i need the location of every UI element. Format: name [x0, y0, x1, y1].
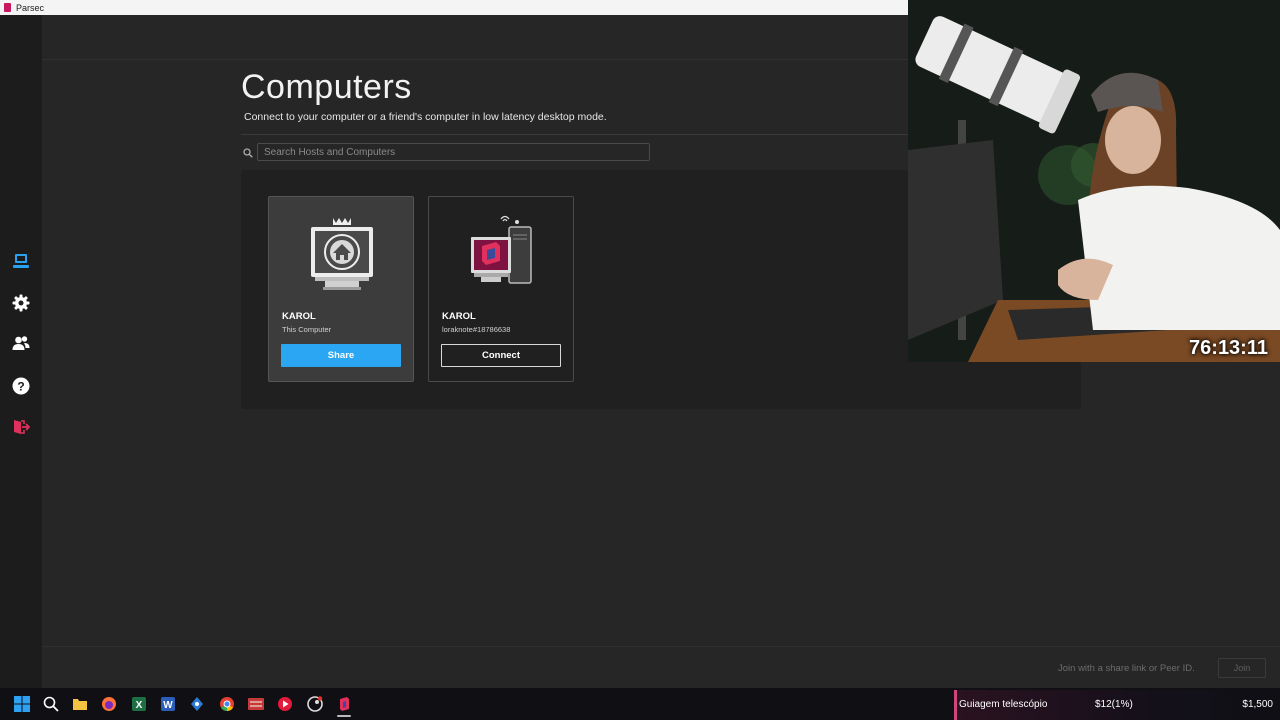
computer-name: KAROL [282, 311, 316, 322]
media-player-icon[interactable] [277, 696, 293, 712]
join-button[interactable]: Join [1218, 658, 1266, 678]
window-title: Parsec [16, 2, 45, 13]
connect-button[interactable]: Connect [441, 344, 561, 367]
help-icon: ? [12, 377, 30, 395]
stream-timer: 76:13:11 [1189, 337, 1268, 359]
voicemeeter-icon[interactable] [248, 696, 264, 712]
sidebar: ? [0, 15, 42, 688]
computer-peer-id: loraknote#18786638 [442, 325, 511, 334]
goal-title: Guiagem telescópio [959, 699, 1048, 710]
chrome-icon[interactable] [219, 696, 235, 712]
parsec-icon[interactable] [336, 696, 352, 712]
sidebar-item-help[interactable]: ? [11, 376, 31, 396]
page-title: Computers [241, 68, 412, 106]
computer-card-this[interactable]: KAROL This Computer Share [268, 196, 414, 382]
active-app-indicator [337, 715, 351, 717]
remote-computer-icon [471, 215, 532, 284]
webcam-overlay: 76:13:11 [908, 0, 1280, 362]
search-input[interactable] [257, 143, 650, 161]
sidebar-item-computers[interactable] [11, 251, 31, 271]
file-explorer-icon[interactable] [72, 696, 88, 712]
search-icon[interactable] [43, 696, 59, 712]
home-computer-icon [311, 218, 373, 290]
join-input[interactable] [1050, 658, 1210, 678]
svg-text:W: W [163, 700, 173, 711]
goal-target: $1,500 [1242, 699, 1273, 710]
page-subtitle: Connect to your computer or a friend's c… [244, 111, 607, 123]
sidebar-item-friends[interactable] [11, 333, 31, 353]
donation-goal-ticker: Guiagem telescópio $12(1%) $1,500 [954, 690, 1280, 720]
logout-icon [14, 420, 30, 434]
goal-progress: $12(1%) [1095, 699, 1133, 710]
word-icon[interactable]: W [160, 696, 176, 712]
excel-icon[interactable]: X [131, 696, 147, 712]
gear-icon [12, 294, 30, 312]
sourcetree-icon[interactable] [189, 696, 205, 712]
divider [241, 134, 908, 135]
search-icon [243, 148, 253, 158]
firefox-icon[interactable] [101, 696, 117, 712]
svg-text:?: ? [17, 380, 24, 394]
sidebar-item-settings[interactable] [11, 293, 31, 313]
share-button[interactable]: Share [281, 344, 401, 367]
sidebar-item-logout[interactable] [11, 417, 31, 437]
windows-start-icon[interactable] [14, 696, 30, 712]
steam-icon[interactable] [307, 696, 323, 712]
parsec-logo-icon [4, 3, 11, 12]
computer-subtitle: This Computer [282, 325, 332, 334]
computer-card-friend[interactable]: KAROL loraknote#18786638 Connect [428, 196, 574, 382]
top-bar [42, 15, 908, 60]
webcam-scene-image [908, 0, 1280, 362]
svg-text:X: X [136, 700, 143, 711]
computer-icon [13, 254, 29, 268]
friends-icon [12, 336, 30, 350]
computer-name: KAROL [442, 311, 476, 322]
